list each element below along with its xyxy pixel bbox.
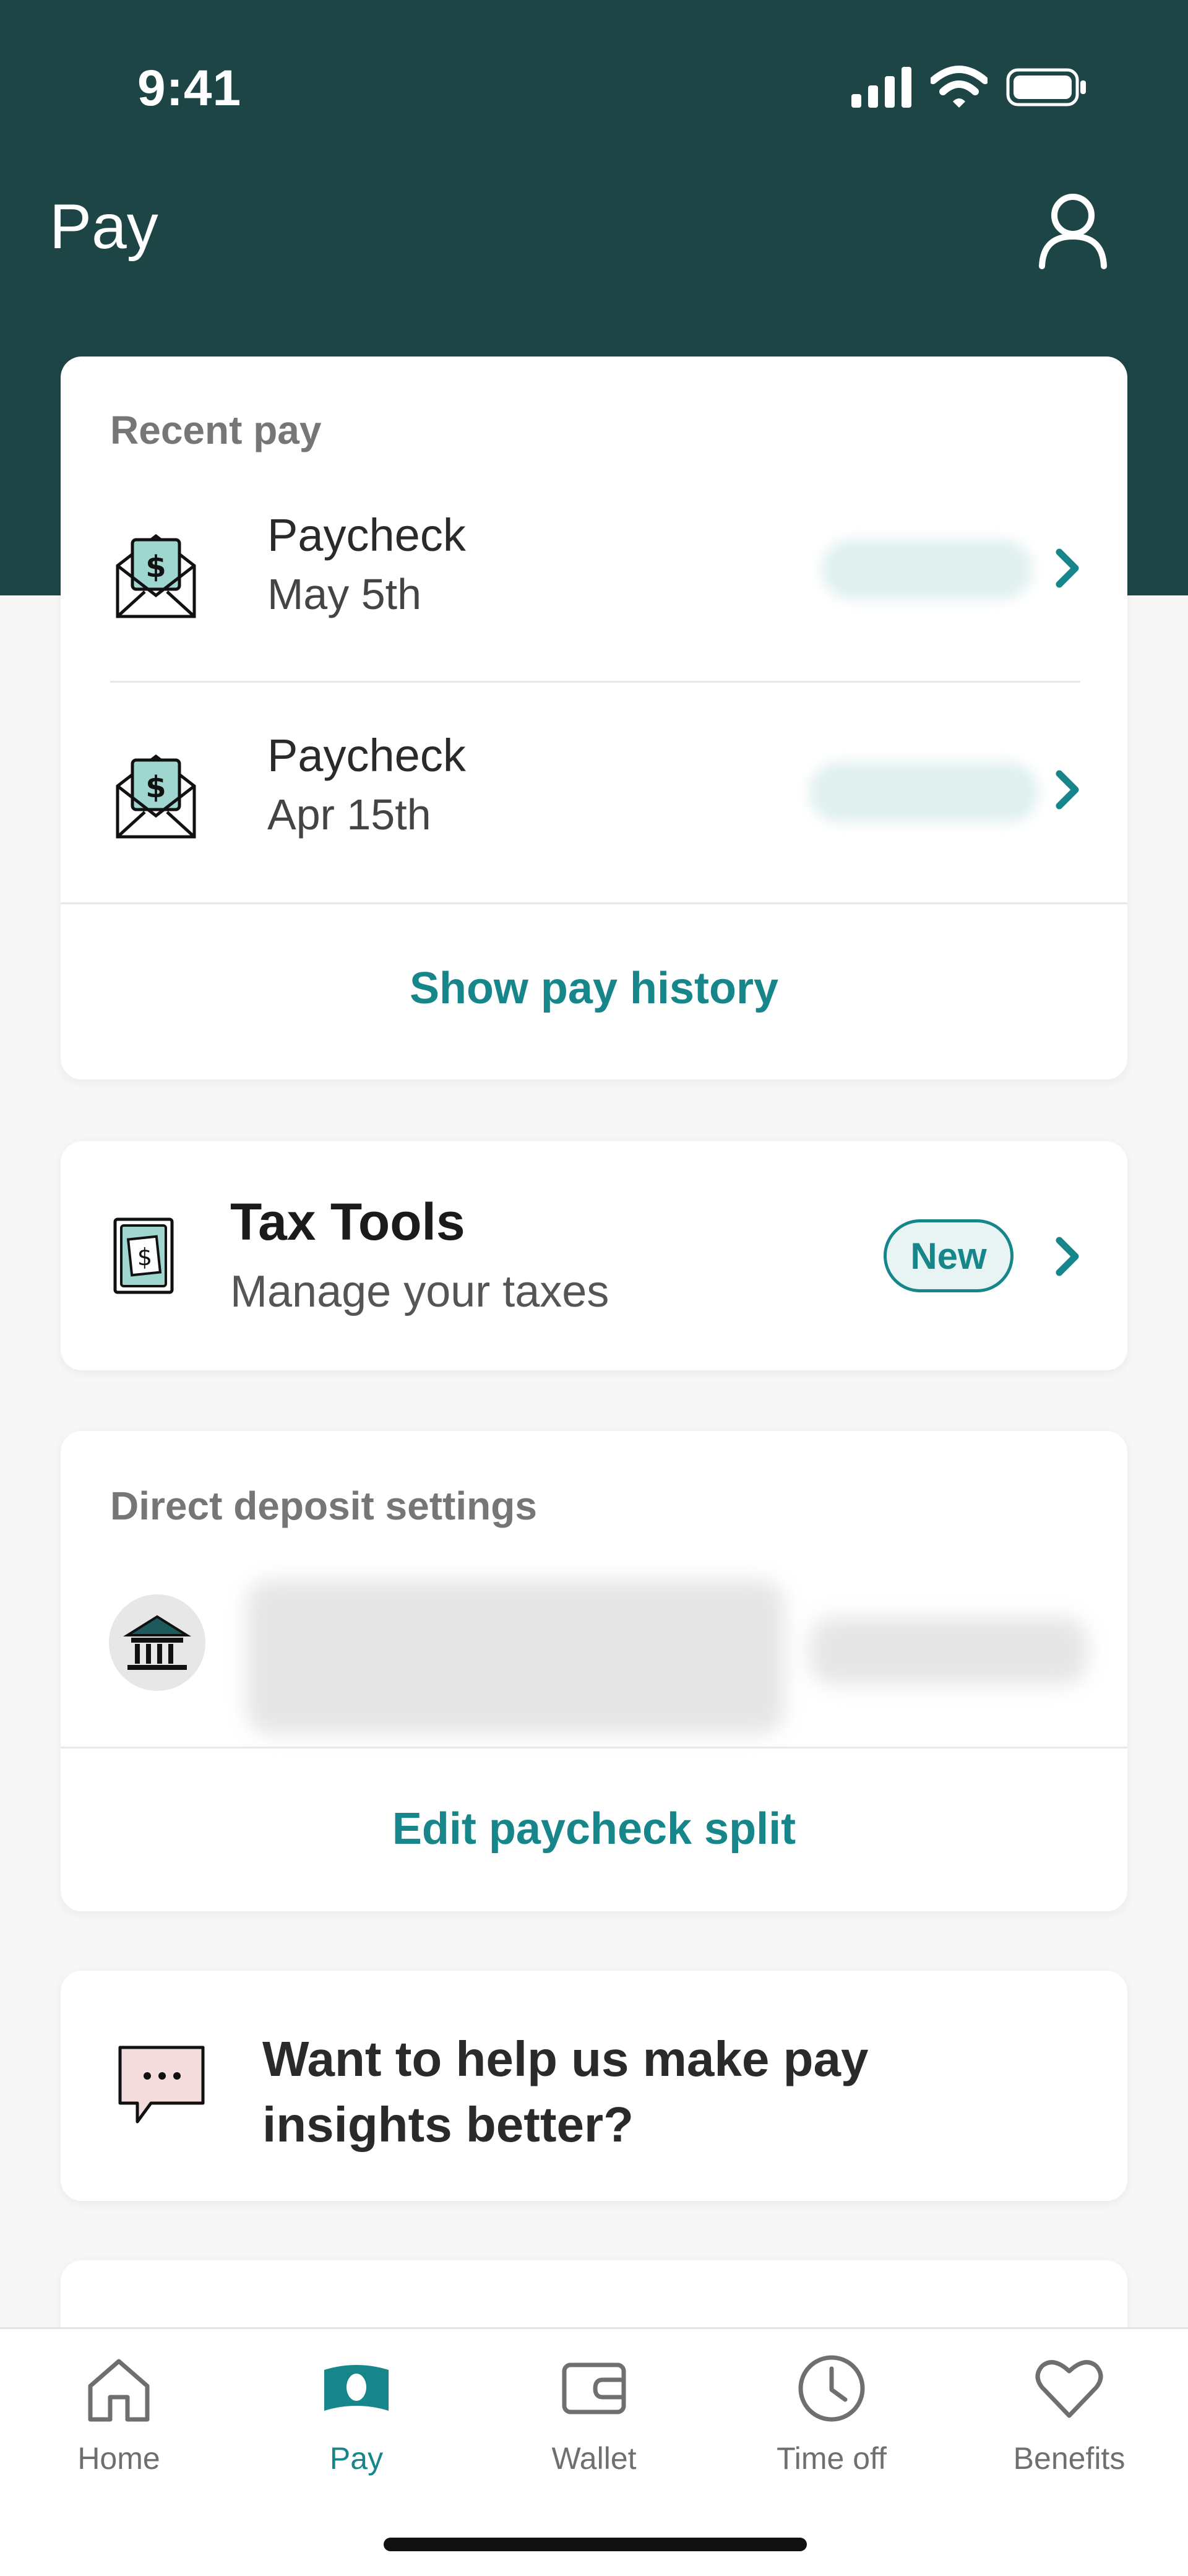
home-indicator bbox=[384, 2538, 807, 2551]
status-time: 9:41 bbox=[137, 60, 242, 116]
paycheck-date: May 5th bbox=[267, 570, 421, 618]
paycheck-amount-blurred bbox=[809, 763, 1038, 822]
card-divider bbox=[61, 902, 1127, 904]
tab-label: Home bbox=[77, 2441, 160, 2476]
paycheck-title: Paycheck bbox=[267, 730, 466, 781]
page-title: Pay bbox=[50, 191, 158, 262]
pay-insights-card[interactable]: Want to help us make pay insights better… bbox=[61, 1971, 1127, 2201]
account-details-blurred bbox=[246, 1580, 785, 1734]
tab-pay[interactable]: Pay bbox=[238, 2329, 475, 2515]
paycheck-row[interactable]: $ Paycheck May 5th bbox=[61, 478, 1127, 688]
user-profile-icon bbox=[1039, 194, 1107, 269]
card-divider bbox=[61, 1747, 1127, 1748]
row-divider bbox=[110, 681, 1080, 683]
paycheck-row[interactable]: $ Paycheck Apr 15th bbox=[61, 698, 1127, 909]
pay-icon bbox=[324, 2365, 389, 2411]
envelope-dollar-icon: $ bbox=[116, 534, 196, 618]
tax-document-icon: $ bbox=[113, 1217, 174, 1294]
chevron-right-icon bbox=[1056, 548, 1079, 588]
tab-home[interactable]: Home bbox=[0, 2329, 238, 2515]
paycheck-date: Apr 15th bbox=[267, 790, 431, 839]
svg-text:$: $ bbox=[145, 550, 166, 584]
status-bar: 9:41 bbox=[0, 0, 1188, 173]
envelope-dollar-icon: $ bbox=[116, 754, 196, 839]
tab-label: Wallet bbox=[551, 2441, 637, 2476]
tab-time-off[interactable]: Time off bbox=[713, 2329, 950, 2515]
paycheck-amount-blurred bbox=[822, 540, 1032, 599]
battery-icon bbox=[1006, 68, 1086, 106]
home-icon bbox=[88, 2359, 150, 2422]
wifi-icon bbox=[931, 66, 988, 108]
wallet-icon bbox=[562, 2362, 626, 2414]
bank-avatar bbox=[109, 1594, 205, 1691]
recent-pay-card: Recent pay $ Paycheck May 5th $ Paycheck… bbox=[61, 357, 1127, 1079]
tab-label: Pay bbox=[329, 2441, 384, 2476]
account-amount-blurred bbox=[809, 1617, 1088, 1685]
chevron-right-icon bbox=[1056, 1237, 1079, 1276]
bank-icon bbox=[123, 1615, 191, 1670]
pay-insights-text: Want to help us make pay insights better… bbox=[262, 2031, 869, 2152]
tax-tools-title: Tax Tools bbox=[230, 1193, 465, 1251]
chat-bubble-icon bbox=[118, 2046, 205, 2124]
edit-paycheck-split-button[interactable]: Edit paycheck split bbox=[61, 1804, 1127, 1854]
tax-tools-card[interactable]: $ Tax Tools Manage your taxes New bbox=[61, 1141, 1127, 1370]
tab-wallet[interactable]: Wallet bbox=[475, 2329, 713, 2515]
svg-text:$: $ bbox=[145, 770, 166, 805]
chevron-right-icon bbox=[1056, 770, 1079, 810]
direct-deposit-label: Direct deposit settings bbox=[110, 1484, 537, 1528]
tab-label: Benefits bbox=[1013, 2441, 1126, 2476]
tax-tools-subtitle: Manage your taxes bbox=[230, 1267, 609, 1316]
svg-text:$: $ bbox=[137, 1243, 152, 1271]
direct-deposit-card: Direct deposit settings Edit paycheck sp… bbox=[61, 1431, 1127, 1911]
show-pay-history-button[interactable]: Show pay history bbox=[61, 963, 1127, 1014]
heart-icon bbox=[1035, 2360, 1103, 2418]
recent-pay-label: Recent pay bbox=[110, 408, 322, 452]
cellular-signal-icon bbox=[851, 67, 911, 108]
tab-label: Time off bbox=[777, 2441, 887, 2476]
tab-benefits[interactable]: Benefits bbox=[950, 2329, 1188, 2515]
new-badge: New bbox=[884, 1219, 1014, 1292]
clock-icon bbox=[798, 2355, 865, 2422]
profile-button[interactable] bbox=[1035, 191, 1111, 271]
paycheck-title: Paycheck bbox=[267, 509, 466, 561]
